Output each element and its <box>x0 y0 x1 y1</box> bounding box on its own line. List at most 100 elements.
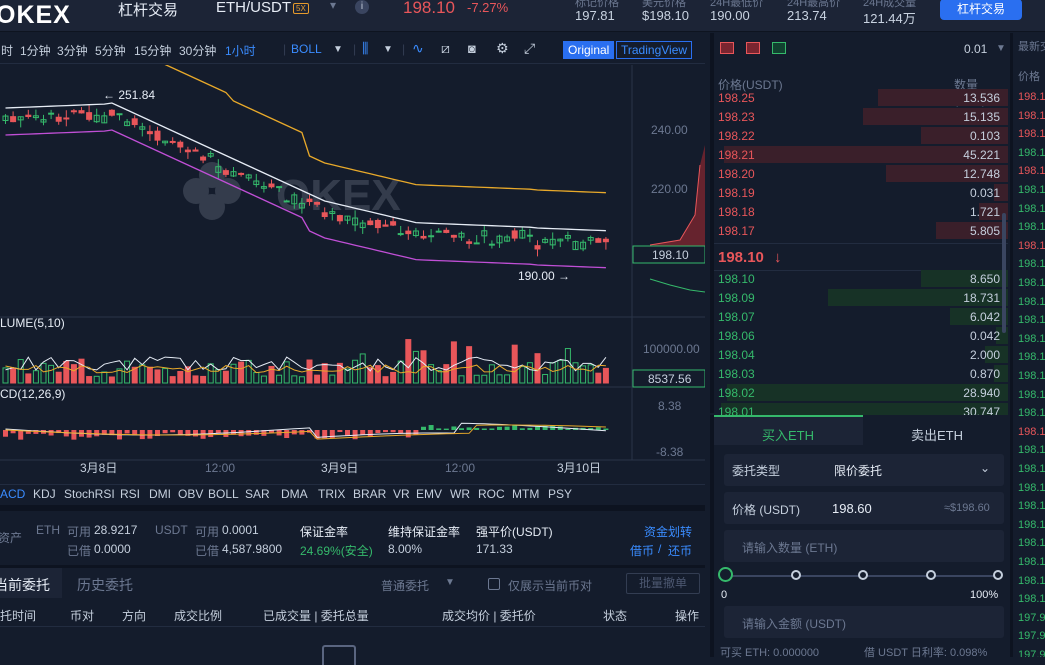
precision-select[interactable]: 0.01 <box>964 42 987 56</box>
candle-type-icon[interactable]: ⫼ <box>362 40 368 57</box>
candle <box>86 112 93 120</box>
slider-stop-25[interactable] <box>791 570 801 580</box>
chart-canvas[interactable]: OKEX ← 251.84 190.00 → 240.00 220.00 198… <box>0 39 706 485</box>
volume-bar <box>602 367 609 384</box>
macd-bar <box>193 430 198 437</box>
interval-15m[interactable]: 15分钟 <box>134 42 171 59</box>
ask-row[interactable]: 198.23 15.135 <box>714 107 1008 125</box>
sell-tab-label[interactable]: 卖出ETH <box>911 425 963 444</box>
ask-row[interactable]: 198.22 0.103 <box>714 126 1008 144</box>
mode-title[interactable]: 杠杆交易 <box>118 0 178 20</box>
indicator-roc[interactable]: ROC <box>478 487 505 501</box>
interval-5m[interactable]: 5分钟 <box>95 42 126 59</box>
indicator-select[interactable]: BOLL <box>291 42 322 56</box>
interval-1m[interactable]: 1分钟 <box>20 42 51 59</box>
indicator-boll[interactable]: BOLL <box>208 487 239 501</box>
indicator-dma[interactable]: DMA <box>281 487 308 501</box>
bid-row[interactable]: 198.02 28.940 <box>714 383 1008 401</box>
bid-amount: 0.870 <box>969 367 1000 381</box>
total-input[interactable]: 请输入金额 (USDT) <box>724 606 1004 638</box>
indicator-stochrsi[interactable]: StochRSI <box>64 487 115 501</box>
ask-row[interactable]: 198.19 0.031 <box>714 183 1008 201</box>
indicator-dmi[interactable]: DMI <box>149 487 171 501</box>
candle <box>222 170 229 175</box>
bid-row[interactable]: 198.07 6.042 <box>714 307 1008 325</box>
interval-1h[interactable]: 1小时 <box>225 42 256 59</box>
chevron-down-icon[interactable]: ⌄ <box>980 461 990 475</box>
ask-row[interactable]: 198.25 13.536 <box>714 88 1008 106</box>
indicator-mtm[interactable]: MTM <box>512 487 539 501</box>
transfer-link[interactable]: 资金划转 <box>644 523 692 540</box>
macd-bar <box>299 430 305 435</box>
repay-link[interactable]: 还币 <box>668 542 692 559</box>
interval-time[interactable]: 时 <box>1 42 13 59</box>
indicator-psy[interactable]: PSY <box>548 487 572 501</box>
gear-icon[interactable]: ⚙ <box>496 40 509 57</box>
book-bids-icon[interactable] <box>772 42 786 54</box>
chevron-down-icon[interactable]: ▼ <box>996 43 1006 54</box>
volume-bar <box>595 372 602 384</box>
volume-bar <box>93 375 100 384</box>
info-icon[interactable]: i <box>355 0 369 14</box>
ask-row[interactable]: 198.21 45.221 <box>714 145 1008 163</box>
price-chart[interactable]: OKEX ← 251.84 190.00 → 240.00 220.00 198… <box>0 39 706 485</box>
okex-logo[interactable]: OKEX <box>0 1 71 30</box>
indicator-acd[interactable]: ACD <box>0 487 25 501</box>
book-both-icon[interactable] <box>720 42 734 54</box>
indicator-trix[interactable]: TRIX <box>318 487 345 501</box>
ask-row[interactable]: 198.17 5.805 <box>714 221 1008 239</box>
bid-row[interactable]: 198.03 0.870 <box>714 364 1008 382</box>
margin-trade-button[interactable]: 杠杆交易 <box>940 0 1022 20</box>
interval-3m[interactable]: 3分钟 <box>57 42 88 59</box>
macd-tick: 8.38 <box>658 399 682 413</box>
bid-row[interactable]: 198.10 8.650 <box>714 269 1008 287</box>
interval-30m[interactable]: 30分钟 <box>179 42 216 59</box>
bid-row[interactable]: 198.09 18.731 <box>714 288 1008 306</box>
indicator-brar[interactable]: BRAR <box>353 487 386 501</box>
price-input[interactable]: 价格 (USDT) 198.60 ≈$198.60 <box>724 492 1004 524</box>
tab-current-orders[interactable]: 当前委托 <box>0 575 50 595</box>
batch-cancel-button[interactable]: 批量撤单 <box>626 573 700 594</box>
indicator-sar[interactable]: SAR <box>245 487 270 501</box>
tab-history-orders[interactable]: 历史委托 <box>77 575 133 595</box>
indicator-rsi[interactable]: RSI <box>120 487 140 501</box>
view-original-tab[interactable]: Original <box>563 41 615 59</box>
indicator-emv[interactable]: EMV <box>416 487 442 501</box>
book-asks-icon[interactable] <box>746 42 760 54</box>
recent-price-header: 价格 <box>1018 71 1040 83</box>
bid-row[interactable]: 198.04 2.000 <box>714 345 1008 363</box>
slider-handle[interactable] <box>718 567 733 582</box>
indicator-obv[interactable]: OBV <box>178 487 203 501</box>
slider-stop-100[interactable] <box>993 570 1003 580</box>
order-type-filter[interactable]: 普通委托 <box>381 577 429 594</box>
bid-row[interactable]: 198.06 0.042 <box>714 326 1008 344</box>
borrow-link[interactable]: 借币 <box>630 542 654 559</box>
pair-selector[interactable]: ETH/USDT 5X <box>216 0 309 16</box>
indicator-kdj[interactable]: KDJ <box>33 487 56 501</box>
only-current-checkbox[interactable] <box>488 578 500 590</box>
price-change: -7.27% <box>467 0 509 15</box>
macd-tick: -8.38 <box>656 445 684 459</box>
ask-row[interactable]: 198.18 1.721 <box>714 202 1008 220</box>
chevron-down-icon[interactable]: ▼ <box>383 44 393 55</box>
scrollbar[interactable] <box>1002 213 1006 333</box>
view-tradingview-tab[interactable]: TradingView <box>616 41 693 59</box>
ask-row[interactable]: 198.20 12.748 <box>714 164 1008 182</box>
indicator-vr[interactable]: VR <box>393 487 410 501</box>
buy-tab-label[interactable]: 买入ETH <box>762 425 814 444</box>
macd-bar <box>390 430 396 433</box>
amount-input[interactable]: 请输入数量 (ETH) <box>724 530 1004 562</box>
volume-bar <box>450 341 457 384</box>
fullscreen-icon[interactable]: ⤢ <box>524 40 535 57</box>
slider-stop-75[interactable] <box>926 570 936 580</box>
slider-stop-50[interactable] <box>858 570 868 580</box>
usdt-borrowed-label: 已借 <box>195 544 220 558</box>
chevron-down-icon[interactable]: ▼ <box>445 577 455 588</box>
line-tool-icon[interactable]: ∿ <box>412 40 424 57</box>
chevron-down-icon[interactable]: ▾ <box>330 0 336 12</box>
camera-icon[interactable]: ◙ <box>468 41 476 56</box>
indicator-wr[interactable]: WR <box>450 487 470 501</box>
order-type-select[interactable]: 委托类型 限价委托 ⌄ <box>724 454 1004 486</box>
ruler-icon[interactable]: ⧄ <box>441 40 450 57</box>
chevron-down-icon[interactable]: ▼ <box>333 44 343 55</box>
